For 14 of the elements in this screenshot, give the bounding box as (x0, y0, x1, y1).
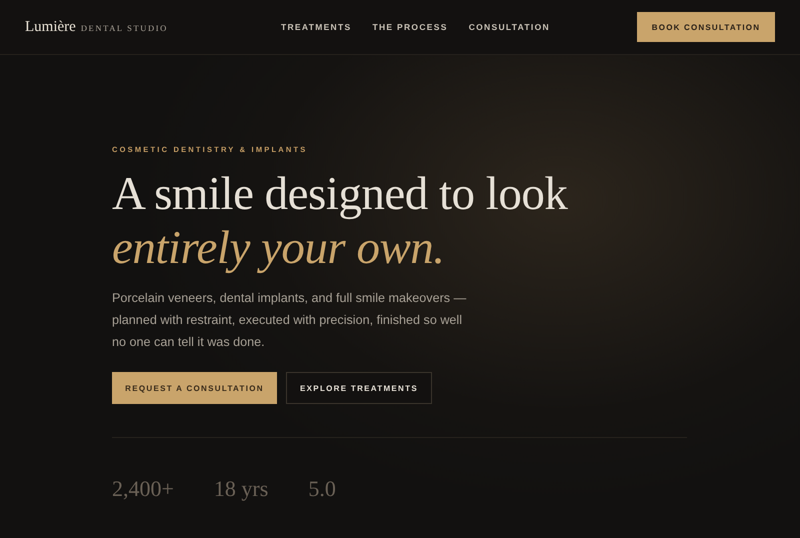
logo[interactable]: Lumière (25, 18, 76, 36)
hero-heading: A smile designed to look (112, 167, 569, 221)
request-consultation-button[interactable]: REQUEST A CONSULTATION (112, 372, 277, 404)
explore-treatments-button[interactable]: EXPLORE TREATMENTS (286, 372, 432, 404)
stat-value: 2,400+ (112, 476, 174, 502)
hero-description: Porcelain veneers, dental implants, and full smile makeovers — planned with restraint, executed with precision, finished so well no one can tell it was done. (112, 290, 468, 351)
logo-subtitle: DENTAL STUDIO (80, 22, 168, 32)
nav-link[interactable]: CONSULTATION (468, 22, 550, 32)
nav-link[interactable]: TREATMENTS (281, 22, 352, 32)
hero-heading-accent: entirely your own. (112, 221, 446, 275)
book-consultation-button[interactable]: BOOK CONSULTATION (637, 12, 775, 42)
stat-value: 5.0 (308, 476, 336, 502)
nav-link[interactable]: THE PROCESS (372, 22, 448, 32)
stat-value: 18 yrs (214, 476, 268, 502)
